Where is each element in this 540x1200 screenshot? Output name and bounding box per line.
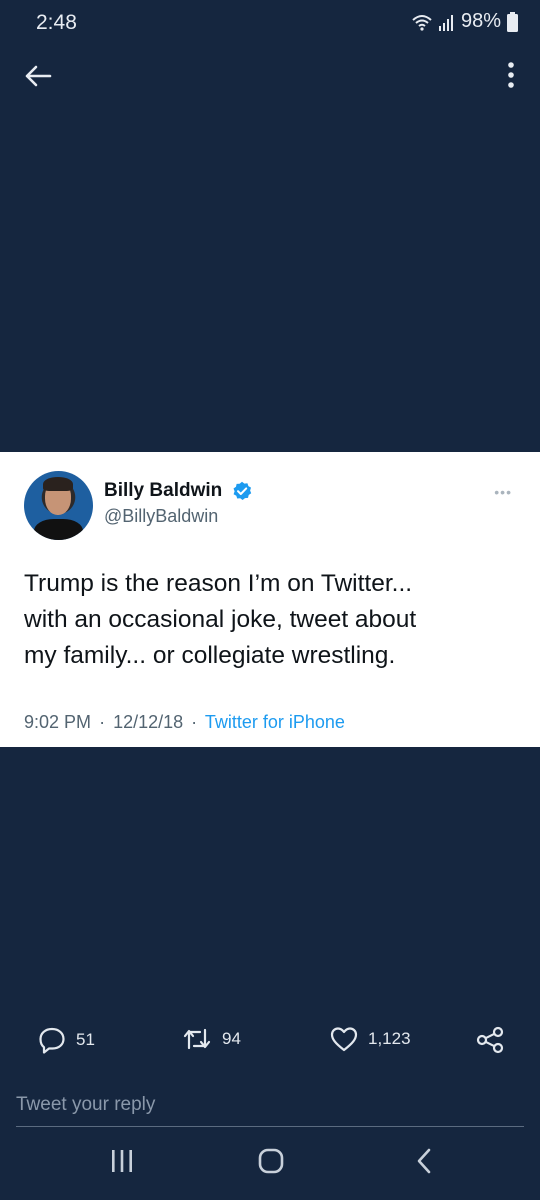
avatar-shirt (34, 519, 83, 540)
tweet-text-line: with an occasional joke, tweet about (24, 606, 417, 633)
reply-input[interactable]: Tweet your reply (16, 1090, 524, 1127)
reply-count: 51 (76, 1030, 95, 1049)
system-nav-bar (0, 1130, 540, 1200)
retweet-count: 94 (222, 1029, 241, 1048)
user-handle[interactable]: @BillyBaldwin (104, 506, 218, 527)
reply-placeholder[interactable]: Tweet your reply (16, 1094, 155, 1116)
like-icon (330, 1027, 358, 1052)
meta-separator: · (191, 712, 198, 732)
tweet-date: 12/12/18 (113, 712, 184, 732)
share-button[interactable] (476, 1026, 504, 1054)
recent-apps-button[interactable] (110, 1148, 134, 1179)
tweet-time: 9:02 PM (24, 712, 92, 732)
tweet-text: Trump is the reason I’m on Twitter... wi… (24, 566, 519, 674)
signal-icon (438, 14, 453, 31)
meta-separator: · (99, 712, 106, 732)
like-button[interactable]: 1,123 (330, 1026, 411, 1052)
battery-icon (507, 11, 518, 32)
retweet-icon (183, 1028, 211, 1050)
retweet-button[interactable]: 94 (182, 1026, 241, 1052)
home-button[interactable] (258, 1148, 284, 1179)
nav-back-button[interactable] (414, 1148, 434, 1179)
tweet-meta: 9:02 PM · 12/12/18 · Twitter for iPhone (24, 712, 345, 733)
verified-icon (233, 481, 252, 500)
home-icon (258, 1148, 284, 1174)
status-icons: 98% (411, 10, 518, 33)
tweet-card[interactable]: Billy Baldwin @BillyBaldwin ••• Trump is… (0, 452, 540, 747)
share-icon (476, 1026, 504, 1054)
avatar-hair (43, 477, 73, 491)
tweet-text-line: my family... or collegiate wrestling. (24, 642, 396, 669)
more-vertical-icon (508, 62, 514, 88)
reply-button[interactable]: 51 (38, 1026, 95, 1054)
display-name[interactable]: Billy Baldwin (104, 480, 222, 502)
battery-percent: 98% (460, 10, 501, 32)
tweet-menu-icon[interactable]: ••• (494, 484, 512, 500)
wifi-icon (412, 14, 432, 31)
nav-back-icon (417, 1148, 431, 1174)
more-options-button[interactable] (504, 60, 518, 92)
tweet-actions: 51 94 1,123 (0, 1026, 540, 1062)
reply-icon (39, 1027, 65, 1054)
like-count: 1,123 (368, 1029, 411, 1048)
back-arrow-icon (25, 65, 52, 87)
tweet-source-link[interactable]: Twitter for iPhone (205, 712, 345, 732)
tweet-text-line: Trump is the reason I’m on Twitter... (24, 570, 413, 597)
status-time: 2:48 (36, 11, 77, 34)
avatar[interactable] (24, 471, 93, 540)
back-button[interactable] (22, 62, 54, 90)
recent-apps-icon (112, 1150, 132, 1172)
top-bar (0, 52, 540, 100)
status-bar: 2:48 98% (0, 0, 540, 48)
